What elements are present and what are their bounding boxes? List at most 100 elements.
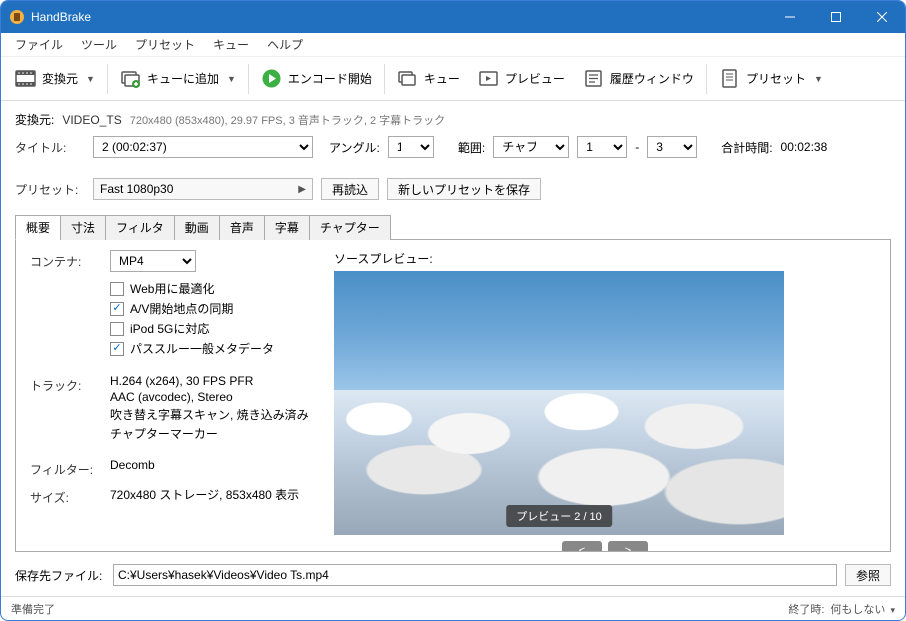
chevron-down-icon: ▾ (890, 605, 895, 615)
preview-nav: < > (334, 541, 876, 552)
track-line: チャプターマーカー (110, 425, 310, 442)
container-select[interactable]: MP4 (110, 250, 196, 272)
menu-queue[interactable]: キュー (205, 34, 257, 55)
preview-heading: ソースプレビュー: (334, 250, 876, 267)
chevron-down-icon: ▼ (86, 74, 95, 84)
minimize-button[interactable] (767, 1, 813, 33)
reload-preset-button[interactable]: 再読込 (321, 178, 379, 200)
window-title: HandBrake (31, 10, 767, 24)
range-end-select[interactable]: 3 (647, 136, 697, 158)
preview-next-button[interactable]: > (608, 541, 648, 552)
tracks-list: H.264 (x264), 30 FPS PFR AAC (avcodec), … (110, 374, 310, 444)
track-line: H.264 (x264), 30 FPS PFR (110, 374, 310, 388)
size-value: 720x480 ストレージ, 853x480 表示 (110, 486, 310, 506)
save-row: 保存先ファイル: 参照 (1, 558, 905, 596)
close-button[interactable] (859, 1, 905, 33)
activity-button[interactable]: 履歴ウィンドウ (575, 62, 702, 96)
source-label: 変換元 (42, 70, 78, 87)
play-icon (261, 68, 282, 89)
queue-button[interactable]: キュー (389, 62, 468, 96)
activity-label: 履歴ウィンドウ (610, 70, 694, 87)
range-label: 範囲: (458, 139, 485, 156)
preset-label: プリセット: (15, 181, 85, 198)
separator (384, 64, 385, 94)
menu-tools[interactable]: ツール (73, 34, 125, 55)
statusbar: 準備完了 終了時: 何もしない ▾ (1, 596, 905, 620)
tab-audio[interactable]: 音声 (219, 215, 265, 240)
container-label: コンテナ: (30, 250, 110, 360)
tracks-label: トラック: (30, 374, 110, 444)
save-preset-button[interactable]: 新しいプリセットを保存 (387, 178, 541, 200)
separator (107, 64, 108, 94)
queue-label: キュー (424, 70, 460, 87)
av-start-checkbox[interactable]: A/V開始地点の同期 (110, 300, 310, 317)
preset-row: プリセット: Fast 1080p30 ▶ 再読込 新しいプリセットを保存 (15, 178, 891, 200)
source-button[interactable]: 変換元 ▼ (7, 62, 103, 96)
filters-value: Decomb (110, 458, 310, 478)
duration-label: 合計時間: (721, 139, 772, 156)
chevron-down-icon: ▼ (227, 74, 236, 84)
tabs: 概要 寸法 フィルタ 動画 音声 字幕 チャプター (15, 214, 891, 240)
app-window: HandBrake ファイル ツール プリセット キュー ヘルプ 変換元 ▼ キ… (0, 0, 906, 621)
maximize-button[interactable] (813, 1, 859, 33)
source-label: 変換元: (15, 111, 54, 128)
track-line: AAC (avcodec), Stereo (110, 390, 310, 404)
preview-prev-button[interactable]: < (562, 541, 602, 552)
range-type-select[interactable]: チャプター (493, 136, 569, 158)
duration-value: 00:02:38 (781, 140, 828, 154)
size-label: サイズ: (30, 486, 110, 506)
save-label: 保存先ファイル: (15, 567, 105, 584)
toolbar: 変換元 ▼ キューに追加 ▼ エンコード開始 キュー プレビュー 履歴ウィンドウ (1, 57, 905, 101)
add-queue-button[interactable]: キューに追加 ▼ (112, 62, 244, 96)
title-select[interactable]: 2 (00:02:37) (93, 136, 313, 158)
tab-chapters[interactable]: チャプター (309, 215, 391, 240)
presets-icon (719, 68, 740, 89)
titlebar: HandBrake (1, 1, 905, 33)
ipod-checkbox[interactable]: iPod 5Gに対応 (110, 320, 310, 337)
status-text: 準備完了 (11, 601, 55, 617)
preview-button[interactable]: プレビュー (470, 62, 573, 96)
done-action-select[interactable]: 何もしない ▾ (830, 601, 895, 617)
angle-label: アングル: (329, 139, 380, 156)
source-info-row: 変換元: VIDEO_TS 720x480 (853x480), 29.97 F… (15, 111, 891, 128)
range-sep: - (635, 140, 639, 154)
title-row: タイトル: 2 (00:02:37) アングル: 1 範囲: チャプター 1 -… (15, 136, 891, 158)
range-start-select[interactable]: 1 (577, 136, 627, 158)
chevron-right-icon: ▶ (298, 184, 306, 195)
web-optimized-checkbox[interactable]: Web用に最適化 (110, 280, 310, 297)
save-path-input[interactable] (113, 564, 837, 586)
tab-video[interactable]: 動画 (174, 215, 220, 240)
start-encode-label: エンコード開始 (288, 70, 372, 87)
preview-image[interactable]: プレビュー 2 / 10 (334, 271, 784, 535)
separator (706, 64, 707, 94)
tab-panel-summary: コンテナ: MP4 Web用に最適化 A/V開始地点の同期 iPod 5Gに対応… (15, 240, 891, 552)
tab-subtitles[interactable]: 字幕 (264, 215, 310, 240)
title-label: タイトル: (15, 139, 85, 156)
menu-presets[interactable]: プリセット (127, 34, 203, 55)
content: 変換元: VIDEO_TS 720x480 (853x480), 29.97 F… (1, 101, 905, 558)
preview-icon (478, 68, 499, 89)
browse-button[interactable]: 参照 (845, 564, 891, 586)
film-icon (15, 68, 36, 89)
presets-label: プリセット (746, 70, 806, 87)
menu-help[interactable]: ヘルプ (259, 34, 311, 55)
passthru-checkbox[interactable]: パススルー一般メタデータ (110, 340, 310, 357)
tab-dimensions[interactable]: 寸法 (60, 215, 106, 240)
summary-right: ソースプレビュー: プレビュー 2 / 10 < > (334, 250, 876, 541)
track-line: 吹き替え字幕スキャン, 焼き込み済み (110, 406, 310, 423)
source-details: 720x480 (853x480), 29.97 FPS, 3 音声トラック, … (130, 112, 445, 128)
angle-select[interactable]: 1 (388, 136, 434, 158)
add-queue-icon (120, 68, 141, 89)
menu-file[interactable]: ファイル (7, 34, 71, 55)
tab-filters[interactable]: フィルタ (105, 215, 175, 240)
app-logo-icon (9, 9, 25, 25)
chevron-down-icon: ▼ (814, 74, 823, 84)
preview-label: プレビュー (505, 70, 565, 87)
summary-left: コンテナ: MP4 Web用に最適化 A/V開始地点の同期 iPod 5Gに対応… (30, 250, 310, 541)
queue-icon (397, 68, 418, 89)
presets-button[interactable]: プリセット ▼ (711, 62, 831, 96)
tab-summary[interactable]: 概要 (15, 215, 61, 240)
preset-select[interactable]: Fast 1080p30 ▶ (93, 178, 313, 200)
separator (248, 64, 249, 94)
start-encode-button[interactable]: エンコード開始 (253, 62, 380, 96)
